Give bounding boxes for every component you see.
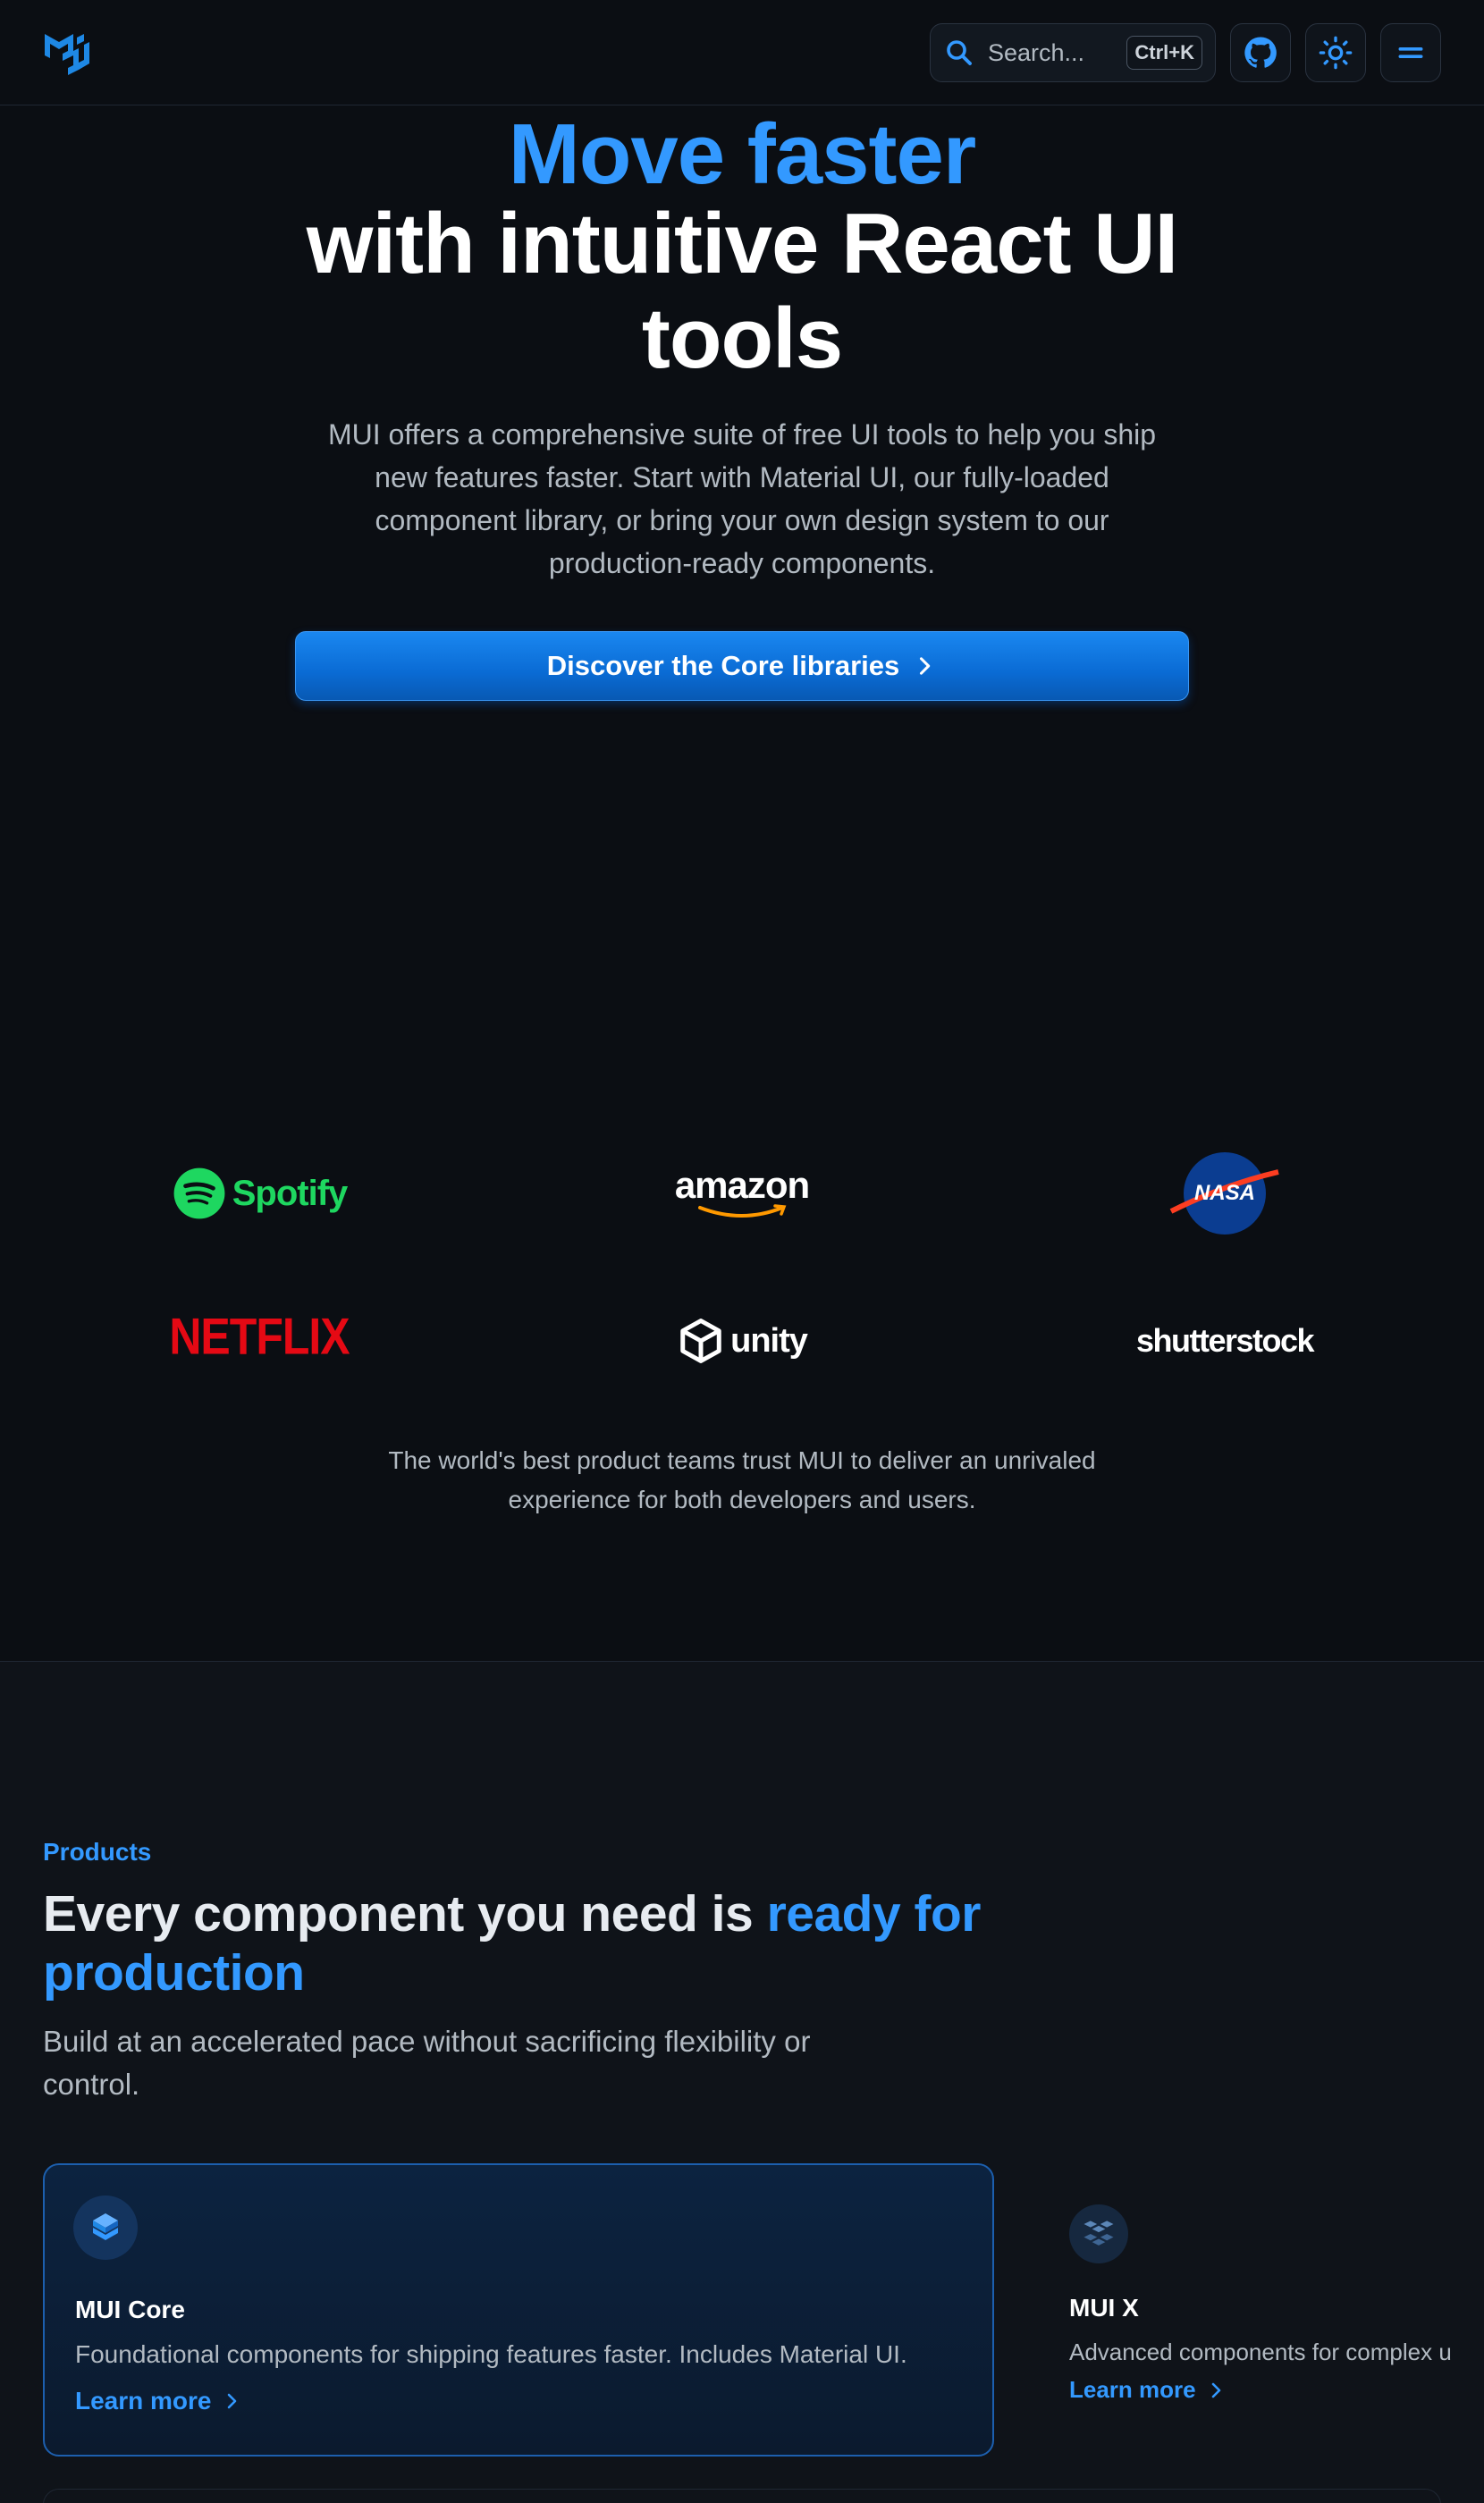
nasa-wordmark: NASA bbox=[1193, 1181, 1255, 1205]
product-card-mui-x[interactable]: MUI X Advanced components for complex u … bbox=[1028, 2163, 1484, 2457]
cube-stack-icon bbox=[93, 2213, 118, 2240]
hero-title-accent: Move faster bbox=[508, 106, 977, 202]
product-icon-wrapper bbox=[1069, 2204, 1128, 2263]
unity-logo: unity bbox=[626, 1301, 858, 1381]
hero-description: MUI offers a comprehensive suite of free… bbox=[327, 418, 1157, 579]
spotify-wordmark: Spotify bbox=[232, 1173, 349, 1213]
mui-logo-icon[interactable] bbox=[43, 25, 102, 77]
search-icon bbox=[947, 40, 972, 65]
learn-more-link[interactable]: Learn more bbox=[75, 2387, 242, 2415]
search-button[interactable]: Search... Ctrl+K bbox=[930, 23, 1216, 82]
netflix-wordmark: NETFLIX bbox=[169, 1307, 350, 1366]
sun-icon bbox=[1319, 36, 1353, 70]
menu-icon bbox=[1398, 47, 1423, 58]
product-card-title: MUI X bbox=[1069, 2294, 1139, 2322]
menu-button[interactable] bbox=[1380, 23, 1441, 82]
amazon-logo: amazon bbox=[626, 1153, 858, 1234]
github-button[interactable] bbox=[1230, 23, 1291, 82]
trust-statement: The world's best product teams trust MUI… bbox=[388, 1446, 1096, 1513]
product-card-title: MUI Core bbox=[75, 2296, 185, 2323]
learn-more-link[interactable]: Learn more bbox=[1069, 2376, 1227, 2404]
cta-label: Discover the Core libraries bbox=[546, 650, 900, 681]
product-icon-wrapper bbox=[73, 2195, 138, 2260]
chevron-right-icon bbox=[920, 657, 931, 675]
discover-core-libraries-button[interactable]: Discover the Core libraries bbox=[295, 631, 1189, 701]
unity-wordmark: unity bbox=[730, 1321, 808, 1360]
products-overline: Products bbox=[43, 1838, 152, 1866]
product-card-mui-core[interactable]: MUI Core Foundational components for shi… bbox=[43, 2163, 994, 2457]
shutterstock-wordmark: shutterstock bbox=[1135, 1322, 1315, 1359]
next-card-edge bbox=[43, 2489, 1441, 2503]
learn-more-label: Learn more bbox=[75, 2387, 212, 2415]
nasa-logo: NASA bbox=[1144, 1144, 1305, 1243]
learn-more-label: Learn more bbox=[1069, 2376, 1196, 2403]
shutterstock-logo: shutterstock bbox=[1109, 1301, 1341, 1381]
hero-title: with intuitive React UI tools bbox=[306, 196, 1178, 386]
product-card-description: Advanced components for complex u bbox=[1069, 2339, 1452, 2365]
spotify-logo: Spotify bbox=[143, 1153, 375, 1234]
github-icon bbox=[1244, 37, 1277, 68]
unity-icon bbox=[680, 1319, 721, 1363]
products-title-plain: Every component you need is bbox=[43, 1885, 767, 1943]
search-shortcut-badge: Ctrl+K bbox=[1126, 36, 1202, 70]
amazon-wordmark: amazon bbox=[674, 1164, 810, 1206]
product-card-description: Foundational components for shipping fea… bbox=[75, 2340, 907, 2368]
products-title: Every component you need is ready for pr… bbox=[43, 1884, 1008, 2002]
netflix-logo: NETFLIX bbox=[143, 1296, 375, 1377]
amazon-smile-icon bbox=[698, 1204, 787, 1218]
cube-grid-icon bbox=[1083, 2221, 1114, 2246]
search-placeholder: Search... bbox=[988, 38, 1085, 66]
chevron-right-icon bbox=[227, 2393, 236, 2409]
theme-toggle-button[interactable] bbox=[1305, 23, 1366, 82]
chevron-right-icon bbox=[1211, 2382, 1220, 2398]
spotify-icon bbox=[173, 1167, 225, 1219]
top-app-bar: Search... Ctrl+K bbox=[0, 0, 1484, 105]
products-description: Build at an accelerated pace without sac… bbox=[43, 2025, 811, 2101]
